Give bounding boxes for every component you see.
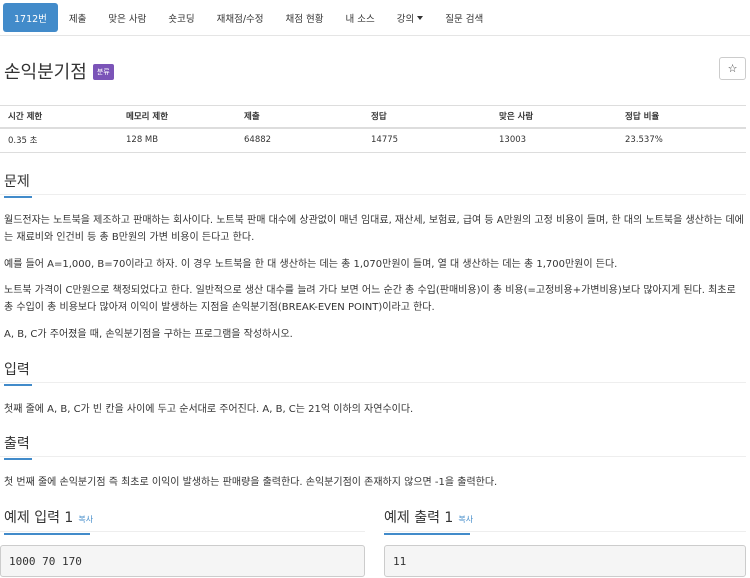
section-divider — [0, 194, 746, 195]
stats-time-limit: 0.35 초 — [0, 127, 118, 153]
sample-input-value: 1000 70 170 — [9, 554, 82, 568]
copy-input-button[interactable]: 복사 — [78, 515, 93, 524]
problem-section-title: 문제 — [4, 174, 30, 190]
section-divider — [0, 531, 365, 532]
sample-output-value: 11 — [393, 554, 407, 568]
problem-paragraph-1: 월드전자는 노트북을 제조하고 판매하는 회사이다. 노트북 판매 대수에 상관… — [4, 215, 744, 243]
problem-paragraph-4: A, B, C가 주어졌을 때, 손익분기점을 구하는 프로그램을 작성하시오. — [4, 329, 293, 340]
sample-output-box[interactable]: 11 — [384, 545, 746, 577]
stats-submissions: 64882 — [236, 127, 363, 153]
chevron-down-icon — [417, 15, 424, 20]
input-description: 첫째 줄에 A, B, C가 빈 칸을 사이에 두고 순서대로 주어진다. A,… — [4, 404, 414, 415]
star-icon: ☆ — [727, 62, 738, 75]
input-section-title: 입력 — [4, 362, 30, 378]
stats-accepted: 14775 — [363, 127, 491, 153]
sample-input-title: 예제 입력 1 — [4, 510, 74, 526]
sample-input-heading: 예제 입력 1 복사 — [4, 507, 93, 535]
stats-header-solved-users: 맞은 사람 — [491, 105, 617, 129]
heading-underline — [384, 533, 470, 535]
problem-nav: 1712번 제출 맞은 사람 숏코딩 재채점/수정 채점 현황 내 소스 강의 … — [0, 0, 750, 36]
stats-header-submissions: 제출 — [236, 105, 363, 129]
stats-header-accepted: 정답 — [363, 105, 491, 129]
nav-problem-number[interactable]: 1712번 — [3, 3, 58, 32]
nav-status[interactable]: 채점 현황 — [275, 0, 335, 35]
nav-lecture-label: 강의 — [396, 13, 415, 25]
stats-header-row: 시간 제한 메모리 제한 제출 정답 맞은 사람 정답 비율 — [0, 105, 746, 129]
stats-memory-limit: 128 MB — [118, 127, 236, 153]
problem-title: 손익분기점 — [4, 62, 87, 83]
category-badge[interactable]: 분류 — [92, 64, 114, 80]
problem-section-heading: 문제 — [4, 171, 32, 198]
nav-solved-users[interactable]: 맞은 사람 — [97, 0, 157, 35]
section-divider — [0, 456, 746, 457]
sample-output-heading: 예제 출력 1 복사 — [384, 507, 473, 535]
nav-rejudge[interactable]: 재채점/수정 — [206, 0, 275, 35]
favorite-star-button[interactable]: ☆ — [719, 57, 746, 80]
heading-underline — [4, 384, 32, 386]
problem-stats-table: 시간 제한 메모리 제한 제출 정답 맞은 사람 정답 비율 0.35 초 12… — [0, 105, 746, 153]
sample-input-box[interactable]: 1000 70 170 — [0, 545, 365, 577]
stats-accept-rate: 23.537% — [617, 127, 746, 153]
section-divider — [0, 382, 746, 383]
section-divider — [384, 531, 746, 532]
nav-short-coding[interactable]: 숏코딩 — [157, 0, 205, 35]
problem-title-row: 손익분기점 분류 — [4, 58, 114, 84]
stats-header-accept-rate: 정답 비율 — [617, 105, 746, 129]
nav-lecture-dropdown[interactable]: 강의 — [386, 0, 434, 35]
stats-header-time-limit: 시간 제한 — [0, 105, 118, 129]
copy-output-button[interactable]: 복사 — [458, 515, 473, 524]
nav-submit[interactable]: 제출 — [58, 0, 97, 35]
stats-solved-users: 13003 — [491, 127, 617, 153]
input-section-heading: 입력 — [4, 359, 32, 386]
heading-underline — [4, 533, 90, 535]
stats-value-row: 0.35 초 128 MB 64882 14775 13003 23.537% — [0, 127, 746, 153]
heading-underline — [4, 196, 32, 198]
output-section-title: 출력 — [4, 436, 30, 452]
stats-header-memory-limit: 메모리 제한 — [118, 105, 236, 129]
problem-paragraph-3: 노트북 가격이 C만원으로 책정되었다고 한다. 일반적으로 생산 대수를 늘려… — [4, 285, 736, 313]
nav-question-search[interactable]: 질문 검색 — [434, 0, 494, 35]
sample-output-title: 예제 출력 1 — [384, 510, 454, 526]
heading-underline — [4, 458, 32, 460]
problem-paragraph-2: 예를 들어 A=1,000, B=70이라고 하자. 이 경우 노트북을 한 대… — [4, 259, 618, 270]
nav-my-source[interactable]: 내 소스 — [335, 0, 386, 35]
output-section-heading: 출력 — [4, 433, 32, 460]
output-description: 첫 번째 줄에 손익분기점 즉 최초로 이익이 발생하는 판매량을 출력한다. … — [4, 477, 498, 488]
